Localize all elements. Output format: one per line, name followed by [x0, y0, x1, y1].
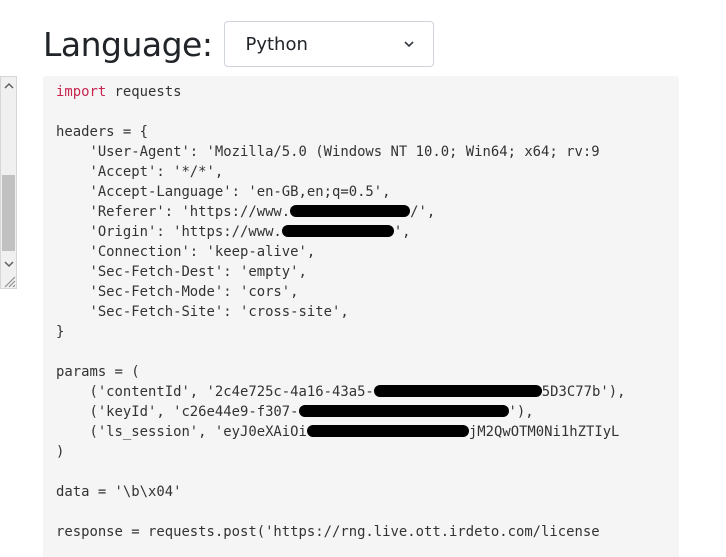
code-text: params = ( — [56, 364, 140, 380]
code-text: 'Accept-Language': 'en-GB,en;q=0.5', — [56, 184, 391, 200]
code-block: import requests headers = { 'User-Agent':… — [43, 76, 679, 557]
code-keyword: import — [56, 84, 107, 100]
code-text: ('keyId', 'c26e44e9-f307- — [56, 404, 299, 420]
code-text: ('ls_session', 'eyJ0eXAiOi — [56, 424, 307, 440]
code-line: 'Accept-Language': 'en-GB,en;q=0.5', — [56, 182, 625, 202]
code-text-after: '), — [508, 404, 534, 420]
code-text: 'Referer': 'https://www. — [56, 204, 291, 220]
code-text: 'Sec-Fetch-Dest': 'empty', — [56, 264, 307, 280]
code-text-after: 5D3C77b'), — [541, 384, 626, 400]
redaction-mark — [373, 384, 542, 397]
code-line: import requests — [56, 82, 625, 102]
language-selected-value: Python — [245, 33, 308, 55]
code-line: 'Sec-Fetch-Site': 'cross-site', — [56, 302, 625, 322]
code-line: ('keyId', 'c26e44e9-f307- '), — [56, 402, 625, 422]
code-text: 'Sec-Fetch-Mode': 'cors', — [56, 284, 299, 300]
code-line: params = ( — [56, 362, 625, 382]
code-line: response = requests.post('https://rng.li… — [56, 522, 625, 542]
code-text: 'Accept': '*/*', — [56, 164, 224, 180]
code-text: 'User-Agent': 'Mozilla/5.0 (Windows NT 1… — [56, 144, 600, 160]
code-text: 'Sec-Fetch-Site': 'cross-site', — [56, 304, 349, 320]
code-line: 'Sec-Fetch-Mode': 'cors', — [56, 282, 625, 302]
code-line: 'Connection': 'keep-alive', — [56, 242, 625, 262]
code-text-after: ', — [393, 224, 411, 240]
scroll-down-button[interactable] — [1, 255, 16, 272]
code-text: response = requests.post('https://rng.li… — [56, 524, 600, 540]
scroll-up-arrow-icon — [3, 82, 14, 89]
code-text: 'Connection': 'keep-alive', — [56, 244, 316, 260]
code-line: 'Accept': '*/*', — [56, 162, 625, 182]
redaction-mark — [290, 204, 411, 217]
code-line: ) — [56, 442, 625, 462]
code-line: headers = { — [56, 122, 625, 142]
code-content: import requests headers = { 'User-Agent':… — [56, 82, 625, 542]
code-line: data = '\b\x04' — [56, 482, 625, 502]
code-line: ('contentId', '2c4e725c-4a16-43a5- 5D3C77… — [56, 382, 625, 402]
redaction-mark — [281, 224, 394, 237]
textarea-scrollbar[interactable] — [0, 76, 17, 289]
code-text: } — [56, 324, 65, 340]
redaction-mark — [298, 404, 509, 417]
code-line: 'Referer': 'https://www. /', — [56, 202, 625, 222]
code-line: 'Sec-Fetch-Dest': 'empty', — [56, 262, 625, 282]
code-line: 'Origin': 'https://www. ', — [56, 222, 625, 242]
code-text: requests — [106, 84, 182, 100]
resize-grip-icon[interactable] — [2, 274, 16, 288]
code-text: ) — [56, 444, 65, 460]
scroll-thumb[interactable] — [2, 175, 15, 251]
redaction-mark — [306, 424, 469, 437]
code-text: headers = { — [56, 124, 148, 140]
code-line: 'User-Agent': 'Mozilla/5.0 (Windows NT 1… — [56, 142, 625, 162]
scroll-up-button[interactable] — [1, 77, 16, 94]
language-row: Language: Python — [43, 21, 435, 67]
code-text: 'Origin': 'https://www. — [56, 224, 282, 240]
language-label: Language: — [43, 24, 213, 64]
code-text-after: jM2QwOTM0Ni1hZTIyL — [468, 424, 620, 440]
code-line: ('ls_session', 'eyJ0eXAiOi jM2QwOTM0Ni1hZ… — [56, 422, 625, 442]
code-line: } — [56, 322, 625, 342]
code-text: ('contentId', '2c4e725c-4a16-43a5- — [56, 384, 374, 400]
code-text: data = '\b\x04' — [56, 484, 182, 500]
code-text-after: /', — [410, 204, 436, 220]
chevron-down-icon — [404, 41, 415, 48]
language-select[interactable]: Python — [224, 21, 435, 67]
scroll-down-arrow-icon — [3, 260, 14, 267]
